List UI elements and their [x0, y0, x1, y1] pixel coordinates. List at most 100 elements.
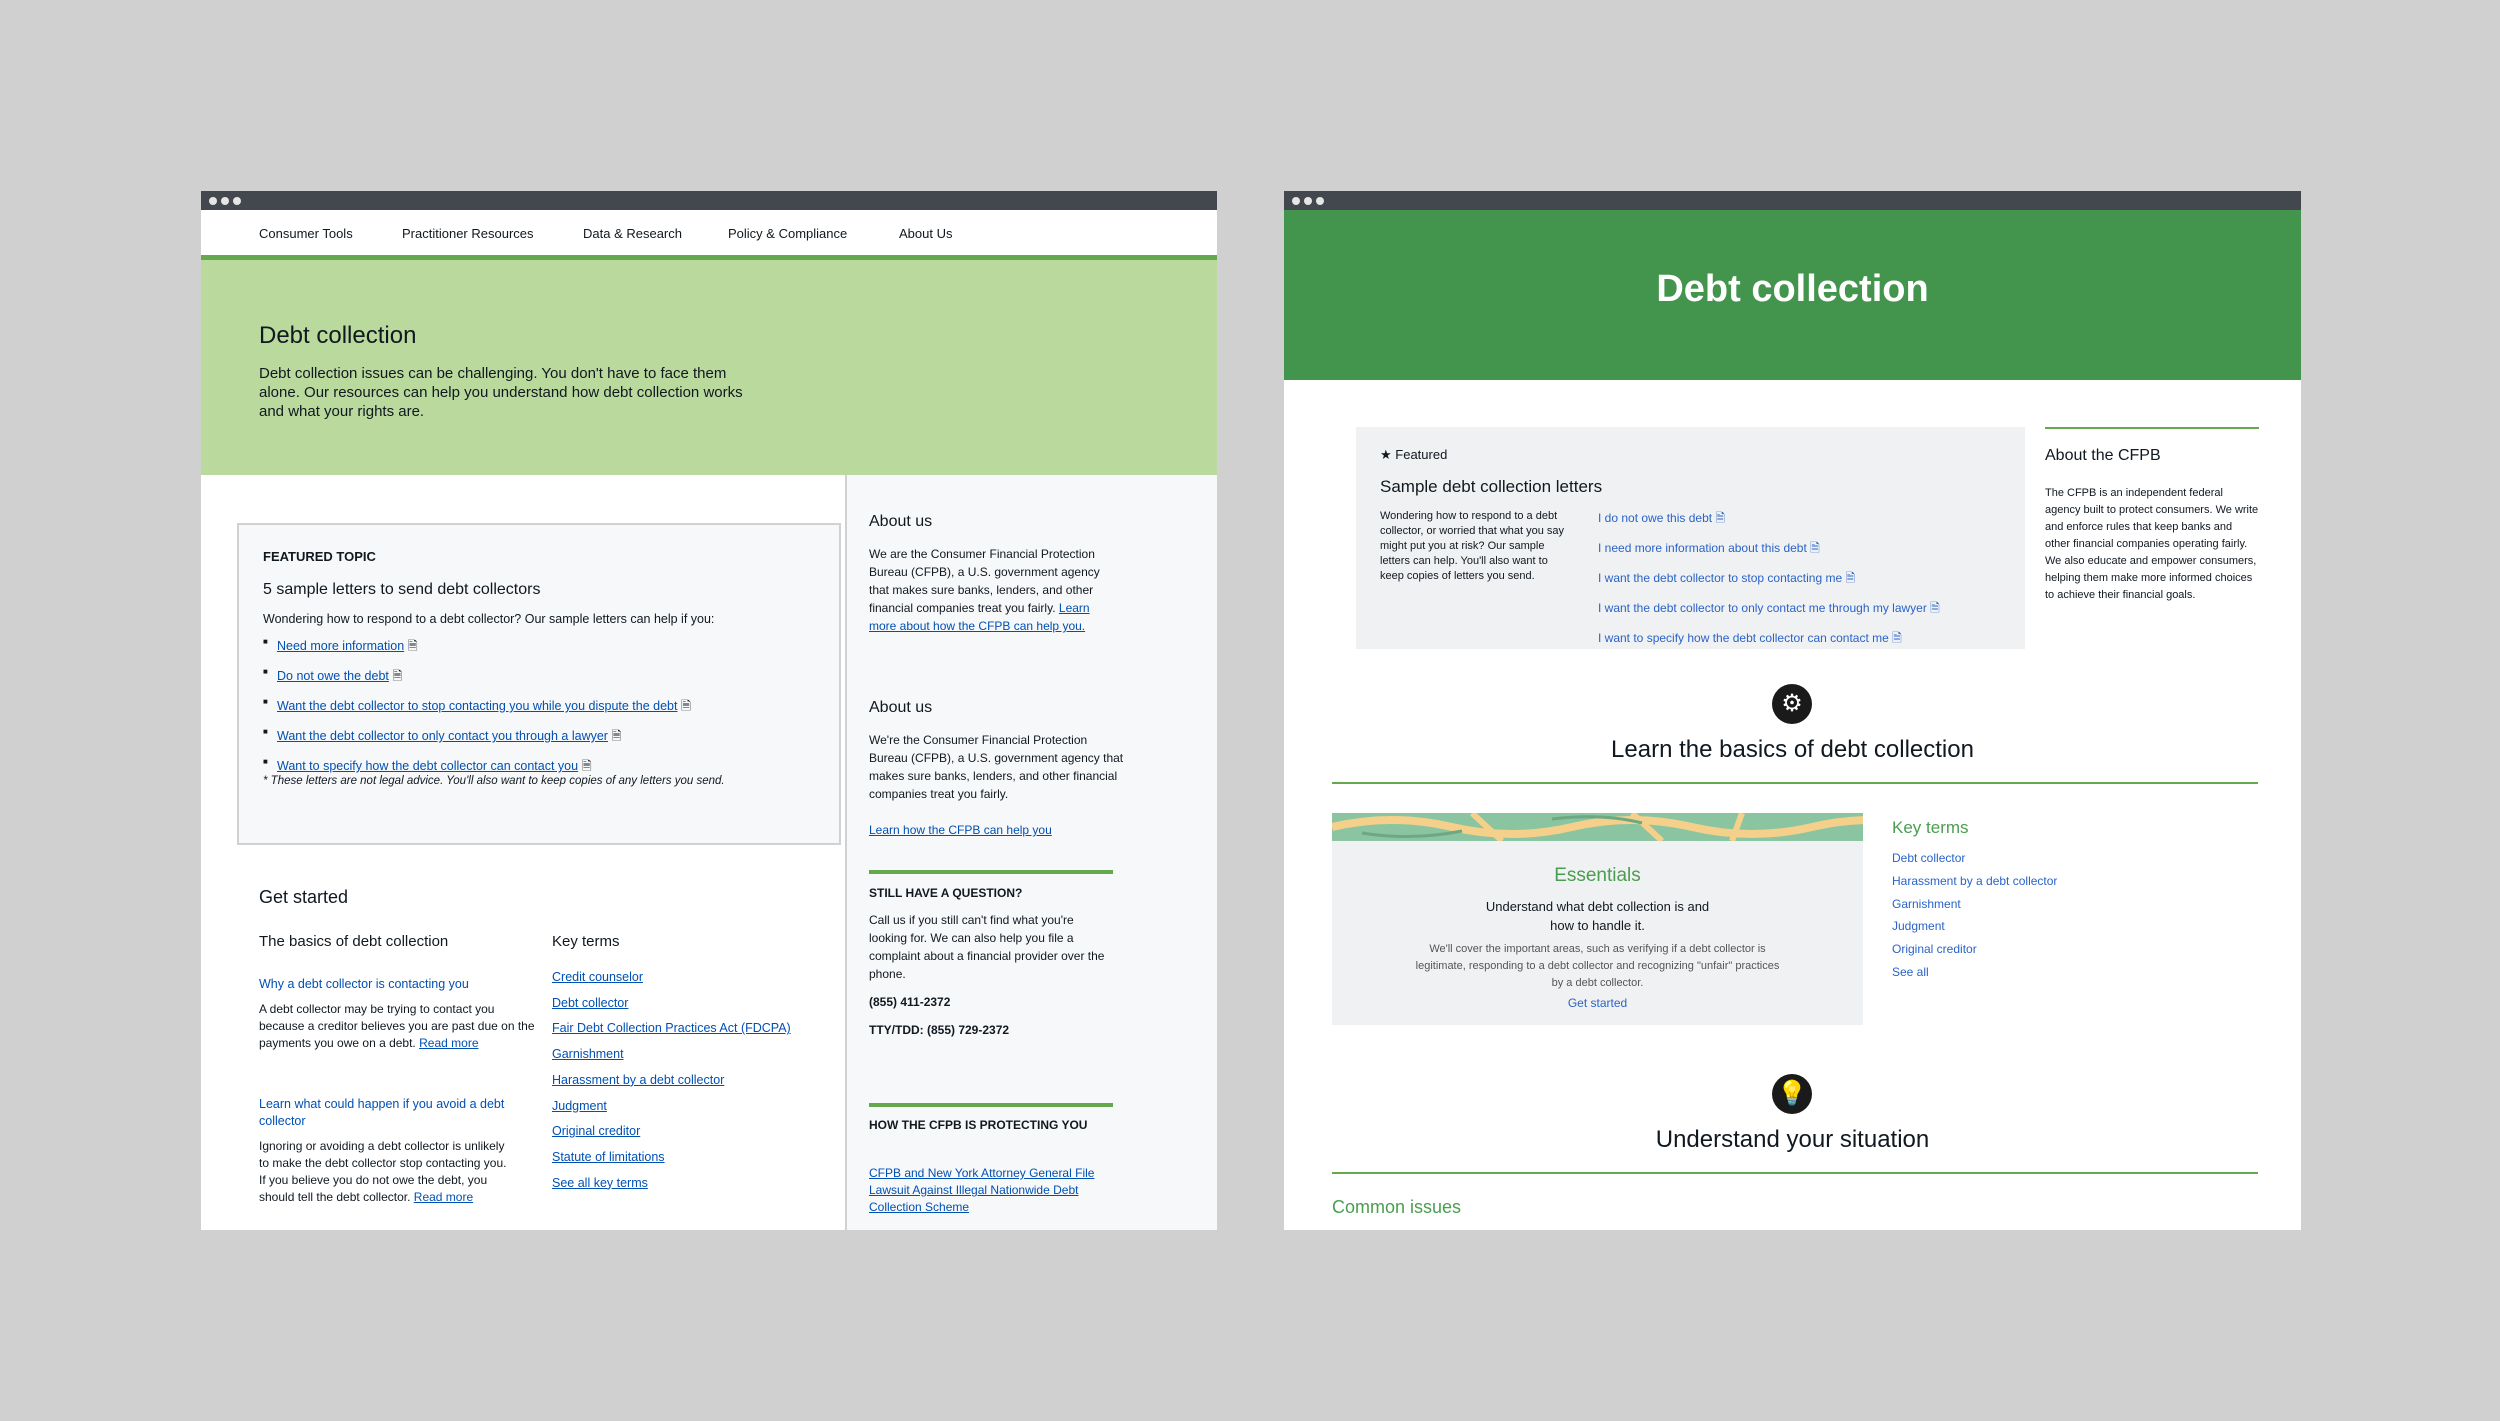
divider	[869, 1103, 1113, 1107]
about-block: We are the Consumer Financial Protection…	[869, 545, 1114, 635]
featured-intro: Wondering how to respond to a debt colle…	[263, 612, 715, 626]
basics-link-1[interactable]: Why a debt collector is contacting you	[259, 977, 469, 991]
letter-link[interactable]: I want the debt collector to only contac…	[1598, 599, 2018, 620]
question-text: Call us if you still can't find what you…	[869, 913, 1105, 981]
about-link-alt[interactable]: Learn how the CFPB can help you	[869, 823, 1052, 837]
get-started-link[interactable]: Get started	[1332, 996, 1863, 1010]
basics-link-2[interactable]: Learn what could happen if you avoid a d…	[259, 1096, 539, 1130]
featured-topic-box: FEATURED TOPIC 5 sample letters to send …	[237, 523, 841, 845]
key-term-link[interactable]: Original creditor	[552, 1119, 791, 1145]
protect-title: HOW THE CFPB IS PROTECTING YOU	[869, 1118, 1088, 1132]
doc-icon: 🗎	[1715, 511, 1726, 525]
window-titlebar	[1284, 191, 2301, 210]
key-term-link[interactable]: Debt collector	[552, 991, 791, 1017]
letter-link[interactable]: Need more information	[277, 639, 404, 653]
doc-icon: 🗎	[1810, 541, 1820, 555]
key-term-link[interactable]: Credit counselor	[552, 965, 791, 991]
nav-policy-compliance[interactable]: Policy & Compliance	[728, 226, 847, 241]
main-nav: Consumer Tools Practitioner Resources Da…	[201, 210, 1217, 260]
left-browser-window: Consumer Tools Practitioner Resources Da…	[201, 191, 1217, 1230]
key-term-link[interactable]: Garnishment	[552, 1042, 791, 1068]
sidebar: About us We are the Consumer Financial P…	[845, 475, 1217, 1230]
window-dot	[1304, 197, 1312, 205]
list-item: Do not owe the debt 🗎	[263, 667, 691, 688]
sample-letters-list: Need more information 🗎 Do not owe the d…	[263, 637, 691, 787]
page-title: Debt collection	[1656, 268, 1929, 310]
letter-link[interactable]: Want the debt collector to only contact …	[277, 729, 608, 743]
about-title: About us	[869, 513, 933, 530]
key-term-link[interactable]: Harassment by a debt collector	[1892, 874, 2057, 888]
key-term-link[interactable]: Statute of limitations	[552, 1145, 791, 1171]
tty-number[interactable]: TTY/TDD: (855) 729-2372	[869, 1023, 1009, 1037]
divider	[1332, 1172, 2258, 1174]
letter-link-label: I want the debt collector to stop contac…	[1598, 571, 1843, 585]
doc-icon: 🗎	[581, 759, 592, 773]
doc-icon: 🗎	[407, 639, 418, 653]
about-text-alt: We're the Consumer Financial Protection …	[869, 733, 1124, 801]
letter-link-label: I want to specify how the debt collector…	[1598, 631, 1889, 645]
read-more-link[interactable]: Read more	[414, 1190, 473, 1204]
learn-title: Learn the basics of debt collection	[1611, 736, 1974, 763]
doc-icon: 🗎	[611, 729, 622, 743]
get-started-title: Get started	[259, 887, 349, 907]
hero-banner: Debt collection	[1284, 210, 2301, 380]
nav-data-research[interactable]: Data & Research	[583, 226, 682, 241]
nav-consumer-tools[interactable]: Consumer Tools	[259, 226, 353, 241]
key-term-link[interactable]: Harassment by a debt collector	[552, 1068, 791, 1094]
list-item: Want the debt collector to only contact …	[263, 727, 691, 748]
see-all-link[interactable]: See all	[1892, 965, 2057, 979]
window-dot	[1292, 197, 1300, 205]
doc-icon: 🗎	[1845, 571, 1856, 585]
featured-label: Featured	[1395, 447, 1448, 462]
basics-item-2: Ignoring or avoiding a debt collector is…	[259, 1138, 509, 1206]
divider	[1332, 782, 2258, 784]
map-illustration	[1332, 813, 1863, 841]
key-term-link[interactable]: Garnishment	[1892, 897, 2057, 911]
protect-link[interactable]: CFPB and New York Attorney General File …	[869, 1165, 1114, 1216]
see-all-key-terms-link[interactable]: See all key terms	[552, 1171, 791, 1197]
letter-link[interactable]: Do not owe the debt	[277, 669, 389, 683]
key-terms-list: Debt collector Harassment by a debt coll…	[1892, 851, 2057, 988]
key-term-link[interactable]: Judgment	[552, 1094, 791, 1120]
gear-icon: ⚙	[1772, 684, 1812, 724]
basics-item-1: A debt collector may be trying to contac…	[259, 1001, 539, 1052]
window-dot	[233, 197, 241, 205]
letter-link[interactable]: Want the debt collector to stop contacti…	[277, 699, 677, 713]
key-term-link[interactable]: Original creditor	[1892, 942, 2057, 956]
key-term-link[interactable]: Debt collector	[1892, 851, 2057, 865]
read-more-link[interactable]: Read more	[419, 1036, 478, 1050]
featured-box: ★ Featured Sample debt collection letter…	[1356, 427, 2025, 649]
situation-title: Understand your situation	[1655, 1126, 1930, 1153]
right-browser-window: Debt collection ★ Featured Sample debt c…	[1284, 191, 2301, 1230]
key-term-link[interactable]: Fair Debt Collection Practices Act (FDCP…	[552, 1016, 791, 1042]
window-titlebar	[201, 191, 1217, 210]
featured-note: * These letters are not legal advice. Yo…	[263, 775, 725, 787]
essentials-text: We'll cover the important areas, such as…	[1415, 943, 1780, 989]
divider	[869, 870, 1113, 874]
featured-heading: 5 sample letters to send debt collectors	[263, 581, 541, 598]
window-dot	[221, 197, 229, 205]
essentials-card[interactable]: Essentials Understand what debt collecti…	[1332, 813, 1863, 1025]
divider	[2045, 427, 2259, 429]
list-item: Want the debt collector to stop contacti…	[263, 697, 691, 718]
letter-link[interactable]: Want to specify how the debt collector c…	[277, 759, 578, 773]
question-title: STILL HAVE A QUESTION?	[869, 886, 1023, 900]
featured-heading: Sample debt collection letters	[1380, 477, 1603, 496]
window-dot	[1316, 197, 1324, 205]
letter-link[interactable]: I want the debt collector to stop contac…	[1598, 569, 2018, 590]
page-title: Debt collection	[259, 322, 417, 349]
nav-about-us[interactable]: About Us	[899, 226, 952, 241]
letter-link-label: I do not owe this debt	[1598, 511, 1713, 525]
letter-link[interactable]: I want to specify how the debt collector…	[1598, 629, 2018, 650]
key-terms-title: Key terms	[1892, 818, 1969, 837]
key-term-link[interactable]: Judgment	[1892, 919, 2057, 933]
letter-link-label: I want the debt collector to only contac…	[1598, 601, 1927, 615]
basics-text-1: A debt collector may be trying to contac…	[259, 1002, 535, 1050]
doc-icon: 🗎	[1930, 601, 1940, 615]
nav-practitioner-resources[interactable]: Practitioner Resources	[402, 226, 534, 241]
basics-title: The basics of debt collection	[259, 933, 449, 950]
phone-number[interactable]: (855) 411-2372	[869, 995, 950, 1009]
letter-link[interactable]: I need more information about this debt …	[1598, 539, 2018, 560]
letter-link[interactable]: I do not owe this debt 🗎	[1598, 509, 2018, 530]
about-title: About the CFPB	[2045, 447, 2161, 464]
